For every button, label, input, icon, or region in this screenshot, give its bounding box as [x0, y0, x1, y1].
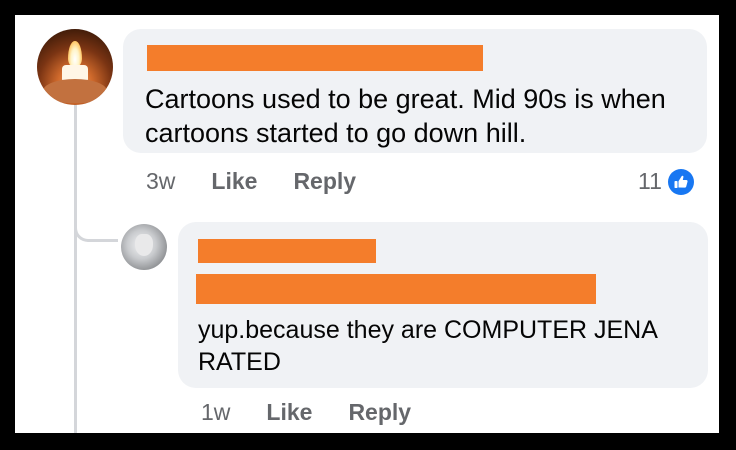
reply-timestamp[interactable]: 1w — [201, 399, 230, 426]
reaction-count: 11 — [638, 168, 662, 194]
reply-button[interactable]: Reply — [293, 168, 356, 195]
like-button[interactable]: Like — [266, 399, 312, 426]
comment-actions: 3w Like Reply — [146, 168, 392, 195]
thread-connector — [74, 208, 118, 242]
redacted-author-name — [198, 239, 376, 263]
redacted-author-name — [147, 45, 483, 71]
replier-avatar[interactable] — [121, 224, 167, 270]
reply-bubble: yup.because they are COMPUTER JENA RATED — [178, 222, 708, 388]
like-button[interactable]: Like — [211, 168, 257, 195]
comment-text: Cartoons used to be great. Mid 90s is wh… — [145, 84, 666, 148]
reply-actions: 1w Like Reply — [201, 399, 447, 426]
hands-icon — [43, 79, 107, 103]
thread-line — [74, 90, 77, 433]
reaction-summary[interactable]: 11 — [638, 168, 694, 195]
flame-icon — [68, 41, 82, 67]
screenshot-frame: Cartoons used to be great. Mid 90s is wh… — [15, 15, 719, 433]
user-avatar-icon — [135, 234, 153, 256]
commenter-avatar[interactable] — [37, 29, 113, 105]
comment-timestamp[interactable]: 3w — [146, 168, 175, 195]
comment-bubble: Cartoons used to be great. Mid 90s is wh… — [123, 29, 707, 153]
thumbs-up-icon — [667, 168, 694, 195]
redacted-author-info — [196, 274, 596, 304]
reply-text: yup.because they are COMPUTER JENA RATED — [198, 316, 657, 376]
reply-button[interactable]: Reply — [348, 399, 411, 426]
